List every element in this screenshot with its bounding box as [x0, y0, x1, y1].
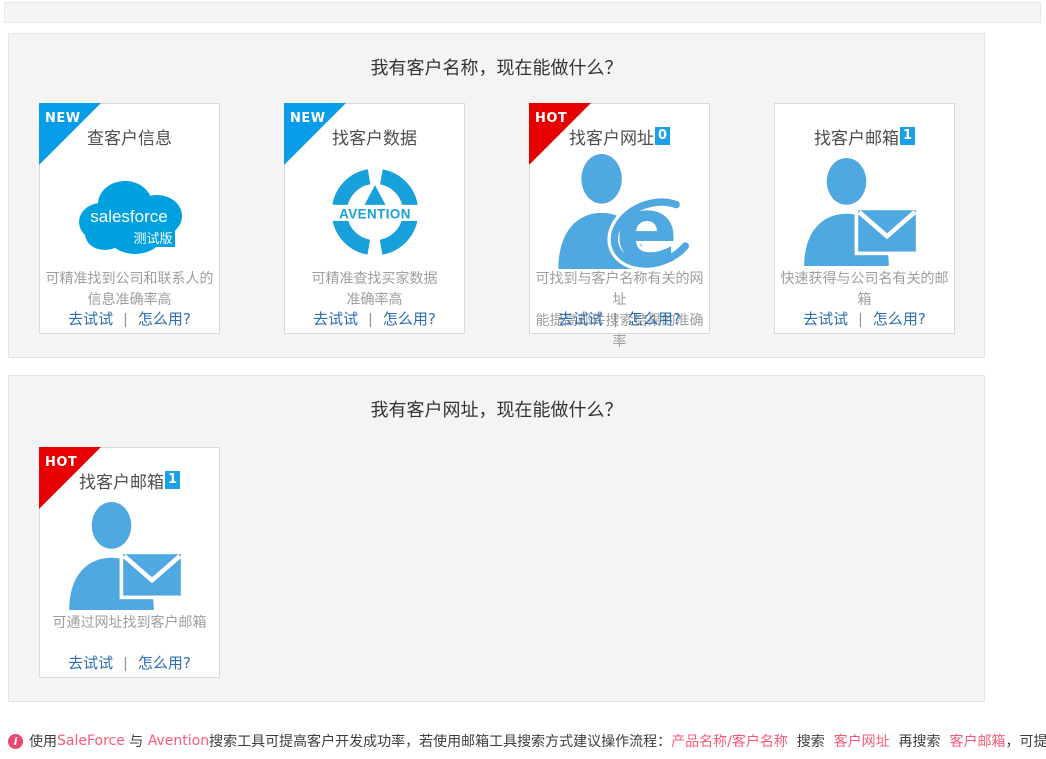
try-link[interactable]: 去试试: [558, 310, 603, 328]
how-link[interactable]: 怎么用?: [873, 310, 926, 328]
card-description: 可通过网址找到客户邮箱: [40, 613, 219, 634]
count-badge: 1: [900, 127, 915, 145]
tip-segment: 使用: [29, 731, 57, 751]
card-description: 快速获得与公司名有关的邮箱: [775, 269, 954, 311]
tip-highlight-saleforce: SaleForce: [57, 733, 125, 749]
svg-text:salesforce: salesforce: [90, 207, 167, 226]
try-link[interactable]: 去试试: [68, 654, 113, 672]
link-separator: |: [613, 312, 618, 328]
link-separator: |: [858, 312, 863, 328]
tip-highlight-customer-email: 客户邮箱: [949, 731, 1005, 751]
person-envelope-icon: [797, 158, 932, 266]
try-link[interactable]: 去试试: [803, 310, 848, 328]
salesforce-logo-icon: salesforce 测试版: [77, 176, 183, 256]
top-bar: [4, 2, 1041, 23]
avention-logo-icon: AVENTION: [325, 162, 425, 262]
hot-ribbon: HOT: [39, 447, 101, 509]
tip-highlight-avention: Avention: [148, 733, 209, 749]
footer-tip: i 使用SaleForce 与 Avention搜索工具可提高客户开发成功率，若…: [8, 731, 1046, 751]
card-check-customer-info: NEW 查客户信息 salesforce 测试版 可精准找到公司和联系人的: [39, 103, 220, 334]
how-link[interactable]: 怎么用?: [138, 310, 191, 328]
svg-text:AVENTION: AVENTION: [339, 206, 411, 221]
card-description: 可精准找到公司和联系人的 信息准确率高: [40, 269, 219, 311]
card-find-customer-data: NEW 找客户数据 AVENTION 可精准查找买家数据 准确率高 去试试|怎么…: [284, 103, 465, 334]
count-badge: 1: [165, 471, 180, 489]
count-badge: 0: [655, 127, 670, 145]
card-find-email-by-url: HOT 找客户邮箱1 可通过网址找到客户邮箱 去试试|怎么用?: [39, 447, 220, 678]
salesforce-beta-badge: 测试版: [132, 228, 175, 247]
person-envelope-icon: [62, 502, 197, 610]
tip-segment: 搜索工具可提高客户开发成功率，若使用邮箱工具搜索方式建议操作流程：: [209, 731, 671, 751]
how-link[interactable]: 怎么用?: [628, 310, 681, 328]
section-customer-url: 我有客户网址，现在能做什么？ HOT 找客户邮箱1 可通过网址找到客户邮箱 去试…: [8, 375, 985, 702]
section-heading: 我有客户网址，现在能做什么？: [9, 376, 984, 422]
new-ribbon: NEW: [284, 103, 346, 165]
hot-ribbon: HOT: [529, 103, 591, 165]
try-link[interactable]: 去试试: [313, 310, 358, 328]
how-link[interactable]: 怎么用?: [383, 310, 436, 328]
tip-segment: 再搜索: [890, 731, 950, 751]
new-ribbon: NEW: [39, 103, 101, 165]
how-link[interactable]: 怎么用?: [138, 654, 191, 672]
card-description: 可精准查找买家数据 准确率高: [285, 269, 464, 311]
section-customer-name: 我有客户名称，现在能做什么？ NEW 查客户信息 salesforce 测试版: [8, 33, 985, 358]
tip-highlight-customer-url: 客户网址: [834, 731, 890, 751]
section-heading: 我有客户名称，现在能做什么？: [9, 34, 984, 80]
link-separator: |: [123, 656, 128, 672]
try-link[interactable]: 去试试: [68, 310, 113, 328]
person-browser-icon: e: [551, 154, 689, 269]
tip-segment: 与: [125, 731, 148, 751]
tip-segment: 搜索: [788, 731, 834, 751]
tip-highlight-product-name: 产品名称/客户名称: [671, 731, 788, 751]
card-find-customer-url: HOT 找客户网址0 e 可找到与客户名称有关的网址 能提高邮件搜索结果的准确率…: [529, 103, 710, 334]
card-title: 找客户邮箱1: [775, 124, 954, 149]
info-circle-icon: i: [8, 734, 23, 749]
link-separator: |: [123, 312, 128, 328]
link-separator: |: [368, 312, 373, 328]
tip-segment: ，可提高邮箱有效性: [1005, 731, 1046, 751]
card-find-customer-email: 找客户邮箱1 快速获得与公司名有关的邮箱 去试试 | 怎么用?: [774, 103, 955, 334]
